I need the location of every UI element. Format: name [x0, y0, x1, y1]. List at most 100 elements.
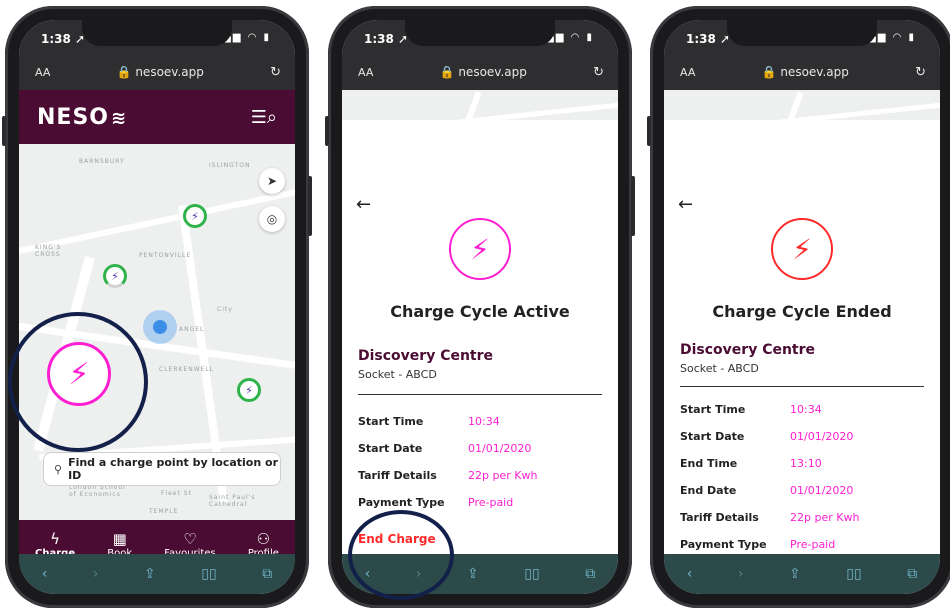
- url-text: nesoev.app: [780, 65, 849, 79]
- status-time-text: 1:38: [686, 32, 716, 46]
- forward-icon[interactable]: ›: [738, 566, 744, 582]
- detail-value: 10:34: [468, 415, 500, 428]
- forward-icon[interactable]: ›: [93, 566, 99, 582]
- share-icon[interactable]: ⇪: [789, 566, 801, 582]
- mute-switch: [2, 116, 6, 146]
- back-icon[interactable]: ‹: [42, 566, 48, 582]
- text-size-button[interactable]: AA: [29, 66, 50, 79]
- page-title: Charge Cycle Ended: [712, 302, 892, 321]
- map-label: BARNSBURY: [79, 158, 125, 165]
- safari-toolbar: ‹ › ⇪ ▯▯ ⧉: [19, 554, 295, 594]
- neso-logo[interactable]: NESO ≋: [37, 105, 127, 130]
- screen: 1:38 ➚ ▂▄▆ ◠ ▮ AA 🔒 nesoev.app ↻ NESO ≋ ☰…: [19, 20, 295, 594]
- detail-row: Tariff Details 22p per Kwh: [358, 462, 608, 489]
- url-field[interactable]: 🔒 nesoev.app: [117, 65, 204, 79]
- logo-mark-icon: ≋: [111, 107, 128, 129]
- bookmarks-icon[interactable]: ▯▯: [846, 566, 861, 582]
- search-placeholder: Find a charge point by location or ID: [68, 456, 278, 482]
- charge-point-pin[interactable]: ⚡: [183, 204, 207, 228]
- url-bar[interactable]: AA 🔒 nesoev.app ↻: [29, 60, 285, 84]
- reload-icon[interactable]: ↻: [915, 65, 930, 80]
- charge-ended-lightning-icon: ⚡: [771, 218, 833, 280]
- notch: [727, 20, 877, 46]
- safari-toolbar: ‹ › ⇪ ▯▯ ⧉: [664, 554, 940, 594]
- detail-row: Start Date 01/01/2020: [358, 435, 608, 462]
- map-label: CLERKENWELL: [159, 366, 215, 373]
- detail-value: 01/01/2020: [790, 484, 854, 497]
- detail-value: 10:34: [790, 403, 822, 416]
- map-label: London School of Economics: [69, 484, 126, 498]
- detail-row: End Date 01/01/2020: [680, 477, 930, 504]
- divider: [680, 386, 924, 387]
- reload-icon[interactable]: ↻: [593, 65, 608, 80]
- locate-arrow-icon[interactable]: ➤: [259, 168, 285, 194]
- detail-row: Start Time 10:34: [680, 396, 930, 423]
- map-label: Fleet St: [161, 490, 192, 497]
- charge-details: Start Time 10:34 Start Date 01/01/2020 Tar…: [358, 408, 608, 516]
- share-icon[interactable]: ⇪: [467, 566, 479, 582]
- logo-text: NESO: [37, 104, 109, 130]
- person-icon: ⚇: [256, 529, 271, 548]
- url-field[interactable]: 🔒 nesoev.app: [762, 65, 849, 79]
- url-bar[interactable]: AA 🔒 nesoev.app ↻: [674, 60, 930, 84]
- detail-label: Start Date: [358, 442, 423, 455]
- charge-point-pin[interactable]: ⚡: [237, 378, 261, 402]
- map-label: Saint Paul's Cathedral: [209, 494, 256, 508]
- calendar-icon: ▦: [112, 529, 127, 548]
- url-text: nesoev.app: [135, 65, 204, 79]
- detail-label: Payment Type: [680, 538, 767, 551]
- socket-id: Socket - ABCD: [680, 362, 759, 375]
- detail-label: End Time: [680, 457, 738, 470]
- tabs-icon[interactable]: ⧉: [585, 566, 595, 582]
- detail-value: 13:10: [790, 457, 822, 470]
- bookmarks-icon[interactable]: ▯▯: [524, 566, 539, 582]
- detail-label: Payment Type: [358, 496, 445, 509]
- status-time: 1:38 ➚: [364, 32, 409, 46]
- map-label: ISLINGTON: [209, 162, 251, 169]
- current-location-dot: [143, 310, 177, 344]
- back-arrow-icon[interactable]: ←: [356, 194, 371, 215]
- screen: 1:38 ➚ ▂▄▆ ◠ ▮ AA 🔒 nesoev.app ↻ ← ⚡ Cha…: [342, 20, 618, 594]
- detail-label: Tariff Details: [358, 469, 437, 482]
- charge-point-pin[interactable]: ⚡: [103, 264, 127, 288]
- tabs-icon[interactable]: ⧉: [262, 566, 272, 582]
- phone-ended-screen: 1:38 ➚ ▂▄▆ ◠ ▮ AA 🔒 nesoev.app ↻ ← ⚡ Cha…: [647, 6, 950, 608]
- detail-value: 22p per Kwh: [468, 469, 538, 482]
- socket-id: Socket - ABCD: [358, 368, 437, 381]
- detail-value: 01/01/2020: [790, 430, 854, 443]
- notch: [405, 20, 555, 46]
- status-time-text: 1:38: [41, 32, 71, 46]
- detail-row: Tariff Details 22p per Kwh: [680, 504, 930, 531]
- back-arrow-icon[interactable]: ←: [678, 194, 693, 215]
- detail-row: Start Time 10:34: [358, 408, 608, 435]
- detail-value: 22p per Kwh: [790, 511, 860, 524]
- detail-value: Pre-paid: [790, 538, 836, 551]
- status-time: 1:38 ➚: [686, 32, 731, 46]
- search-list-icon[interactable]: ☰⌕: [251, 107, 277, 128]
- screen: 1:38 ➚ ▂▄▆ ◠ ▮ AA 🔒 nesoev.app ↻ ← ⚡ Cha…: [664, 20, 940, 594]
- power-button: [631, 176, 635, 236]
- status-time: 1:38 ➚: [41, 32, 86, 46]
- recenter-icon[interactable]: ◎: [259, 206, 285, 232]
- detail-label: End Date: [680, 484, 737, 497]
- phone-map-screen: 1:38 ➚ ▂▄▆ ◠ ▮ AA 🔒 nesoev.app ↻ NESO ≋ ☰…: [2, 6, 312, 608]
- detail-label: Start Date: [680, 430, 745, 443]
- heart-icon: ♡: [183, 529, 197, 548]
- tabs-icon[interactable]: ⧉: [907, 566, 917, 582]
- reload-icon[interactable]: ↻: [270, 65, 285, 80]
- detail-value: 01/01/2020: [468, 442, 532, 455]
- text-size-button[interactable]: AA: [674, 66, 695, 79]
- site-name: Discovery Centre: [680, 342, 816, 358]
- url-field[interactable]: 🔒 nesoev.app: [440, 65, 527, 79]
- back-icon[interactable]: ‹: [687, 566, 693, 582]
- search-input[interactable]: ⚲ Find a charge point by location or ID: [43, 452, 281, 486]
- detail-row: End Time 13:10: [680, 450, 930, 477]
- text-size-button[interactable]: AA: [352, 66, 373, 79]
- notch: [82, 20, 232, 46]
- url-bar[interactable]: AA 🔒 nesoev.app ↻: [352, 60, 608, 84]
- search-icon: ⚲: [54, 462, 63, 476]
- url-text: nesoev.app: [458, 65, 527, 79]
- bookmarks-icon[interactable]: ▯▯: [201, 566, 216, 582]
- map-label: TEMPLE: [149, 508, 179, 515]
- share-icon[interactable]: ⇪: [144, 566, 156, 582]
